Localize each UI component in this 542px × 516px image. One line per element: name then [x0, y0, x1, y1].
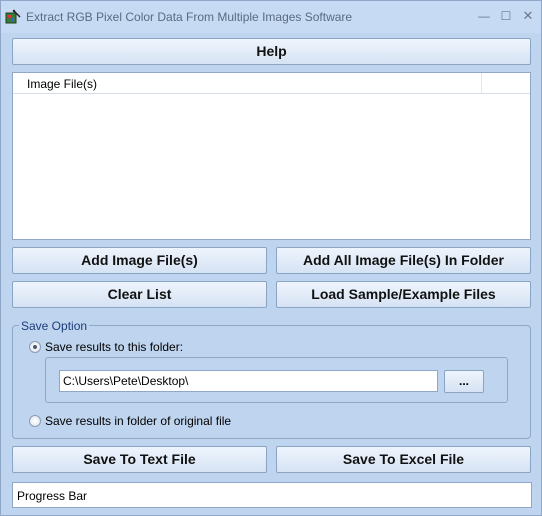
maximize-icon[interactable]: ☐ [495, 7, 517, 25]
window-title: Extract RGB Pixel Color Data From Multip… [26, 10, 353, 24]
close-icon[interactable]: ✕ [517, 7, 539, 25]
save-to-folder-radio[interactable] [29, 341, 41, 353]
column-header-image-files[interactable]: Image File(s) [13, 73, 482, 93]
app-icon [5, 9, 21, 24]
add-image-files-button[interactable]: Add Image File(s) [12, 247, 267, 274]
add-folder-button[interactable]: Add All Image File(s) In Folder [276, 247, 531, 274]
image-file-list[interactable]: Image File(s) [12, 72, 531, 240]
title-bar[interactable]: Extract RGB Pixel Color Data From Multip… [1, 1, 541, 33]
minimize-icon[interactable]: — [473, 7, 495, 25]
clear-list-button[interactable]: Clear List [12, 281, 267, 308]
save-to-original-radio[interactable] [29, 415, 41, 427]
load-sample-button[interactable]: Load Sample/Example Files [276, 281, 531, 308]
app-window: Extract RGB Pixel Color Data From Multip… [0, 0, 542, 516]
save-to-excel-button[interactable]: Save To Excel File [276, 446, 531, 473]
help-button[interactable]: Help [12, 38, 531, 65]
save-to-text-button[interactable]: Save To Text File [12, 446, 267, 473]
progress-label: Progress Bar [17, 489, 88, 503]
save-option-legend: Save Option [19, 319, 90, 333]
save-to-original-label[interactable]: Save results in folder of original file [45, 414, 231, 428]
progress-bar: Progress Bar [12, 482, 532, 508]
folder-path-input[interactable] [59, 370, 438, 392]
list-header: Image File(s) [13, 73, 530, 94]
save-to-folder-label[interactable]: Save results to this folder: [45, 340, 183, 354]
browse-button[interactable]: ... [444, 370, 484, 393]
